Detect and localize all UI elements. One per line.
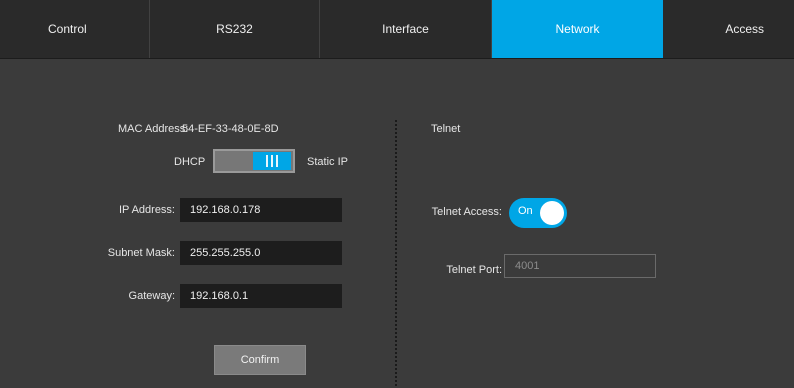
switch-knob — [253, 152, 291, 170]
telnet-port-field[interactable]: 4001 — [504, 254, 656, 278]
tab-access[interactable]: Access — [663, 0, 794, 58]
telnet-port-label: Telnet Port: — [446, 264, 502, 276]
ip-address-label: IP Address: — [118, 204, 175, 216]
gateway-label: Gateway: — [128, 290, 175, 302]
mac-address-value: 54-EF-33-48-0E-8D — [182, 123, 279, 135]
telnet-access-toggle[interactable]: On — [509, 198, 567, 228]
confirm-button[interactable]: Confirm — [214, 345, 306, 375]
subnet-mask-field[interactable]: 255.255.255.0 — [180, 241, 342, 265]
ip-address-field[interactable]: 192.168.0.178 — [180, 198, 342, 222]
telnet-title: Telnet — [431, 123, 461, 135]
network-panel: MAC Address: 54-EF-33-48-0E-8D DHCP Stat… — [0, 58, 794, 388]
toggle-knob — [540, 201, 564, 225]
grip-icon — [266, 155, 278, 167]
tab-interface[interactable]: Interface — [320, 0, 492, 58]
tab-control[interactable]: Control — [0, 0, 150, 58]
static-ip-label: Static IP — [307, 156, 348, 168]
dhcp-static-switch[interactable] — [213, 149, 295, 173]
section-divider — [395, 120, 397, 386]
telnet-access-label: Telnet Access: — [431, 206, 502, 218]
toggle-state-label: On — [518, 205, 533, 217]
mac-address-label: MAC Address: — [118, 123, 189, 135]
tab-bar: Control RS232 Interface Network Access — [0, 0, 794, 59]
subnet-mask-label: Subnet Mask: — [107, 247, 175, 259]
dhcp-label: DHCP — [174, 156, 206, 168]
tab-rs232[interactable]: RS232 — [150, 0, 320, 58]
tab-network[interactable]: Network — [492, 0, 663, 58]
gateway-field[interactable]: 192.168.0.1 — [180, 284, 342, 308]
